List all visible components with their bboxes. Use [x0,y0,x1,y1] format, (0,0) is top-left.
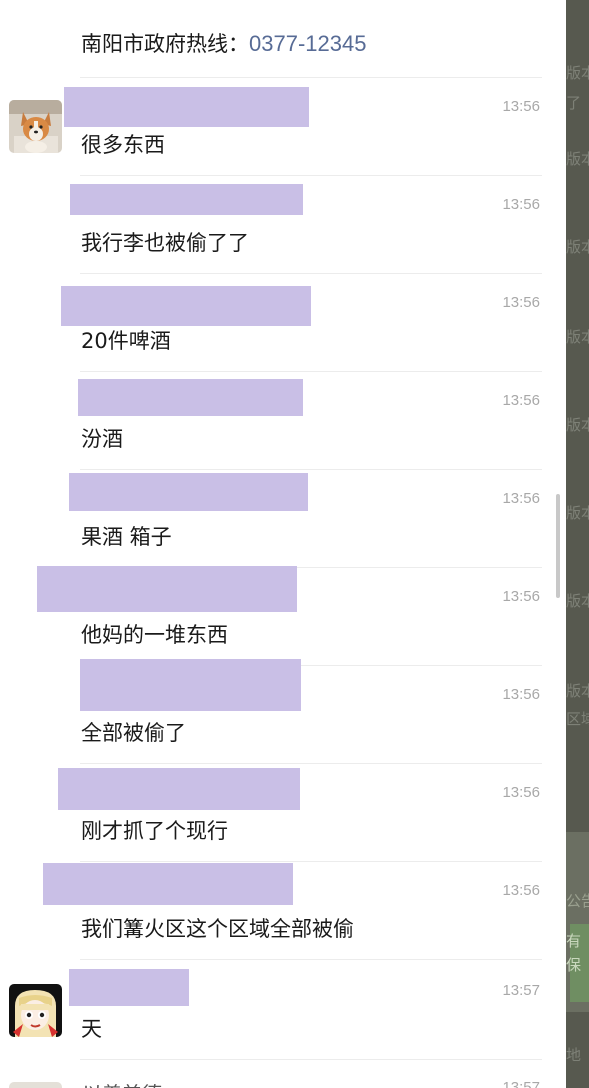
sender-name-redacted [69,969,189,1006]
sender-name-redacted [69,473,308,511]
hotline-phone-link[interactable]: 0377-12345 [249,31,366,56]
avatar-dog[interactable] [9,100,62,153]
chat-message-list: 南阳市政府热线：0377-12345 13:56 很多东西 13:56 我行李也… [0,0,566,1088]
avatar-partial[interactable] [9,1082,62,1088]
peek-text: 有 [566,932,582,950]
sender-name-redacted [80,659,301,711]
message-text: 我们篝火区这个区域全部被偷 [81,917,354,941]
message-text: 我行李也被偷了了 [81,231,249,255]
message-item[interactable]: 13:56 汾酒 [0,372,566,470]
peek-text: 版本 [566,592,589,610]
message-time: 13:57 [502,982,540,999]
peek-text: 版本 [566,238,589,256]
message-text: 天 [81,1017,102,1041]
sender-name-redacted [61,286,311,326]
message-time: 13:57 [502,1079,540,1088]
peek-text: 版本 [566,416,589,434]
sender-name: 以善美德 [82,1078,162,1088]
message-time: 13:56 [502,686,540,703]
sender-name-redacted [58,768,300,810]
scrollbar-thumb[interactable] [556,494,560,598]
message-time: 13:56 [502,490,540,507]
message-text: 全部被偷了 [81,721,186,745]
message-item[interactable]: 13:56 我们篝火区这个区域全部被偷 [0,862,566,960]
sender-name-redacted [43,863,293,905]
message-item[interactable]: 13:56 刚才抓了个现行 [0,764,566,862]
hotline-label: 南阳市政府热线： [81,32,249,56]
message-time: 13:56 [502,882,540,899]
message-item[interactable]: 13:56 全部被偷了 [0,659,566,764]
peek-text: 版本 [566,682,589,700]
message-time: 13:56 [502,294,540,311]
message-item[interactable]: 13:56 我行李也被偷了了 [0,176,566,274]
dog-avatar-icon [9,100,62,153]
message-item[interactable]: 13:56 20件啤酒 [0,274,566,372]
peek-text: 版本 [566,150,589,168]
message-time: 13:56 [502,392,540,409]
message-item[interactable]: 13:56 果酒 箱子 [0,470,566,568]
message-text: 他妈的一堆东西 [81,623,228,647]
message-text: 刚才抓了个现行 [81,819,228,843]
background-panel: 版本 了 版本 版本 版本 版本 版本 版本 版本 区域 公告 有 保 地 [566,0,589,1088]
message-time: 13:56 [502,588,540,605]
hotline-message: 南阳市政府热线：0377-12345 [81,28,366,58]
sender-name-redacted [70,184,303,215]
peek-text: 公告 [566,892,589,910]
message-text: 汾酒 [81,427,123,451]
message-item[interactable]: 以善美德 13:57 [0,1060,566,1088]
sender-name-redacted [78,379,303,416]
message-time: 13:56 [502,196,540,213]
anime-avatar-icon [9,984,62,1037]
message-item[interactable]: 13:57 天 [0,960,566,1060]
peek-text: 版本 [566,64,589,82]
peek-text: 版本 [566,328,589,346]
sender-name-redacted [64,87,309,127]
peek-text: 了 [566,94,582,112]
message-item[interactable]: 13:56 他妈的一堆东西 [0,566,566,666]
message-time: 13:56 [502,98,540,115]
message-time: 13:56 [502,784,540,801]
message-item[interactable]: 13:56 很多东西 [0,78,566,176]
peek-text: 区域 [566,710,589,728]
message-text: 很多东西 [81,133,165,157]
peek-text: 保 [566,956,582,974]
message-text: 果酒 箱子 [81,525,172,549]
message-text: 20件啤酒 [81,329,171,353]
sender-name-redacted [37,566,297,612]
peek-text: 版本 [566,504,589,522]
avatar-anime[interactable] [9,984,62,1037]
peek-text: 地 [566,1046,582,1064]
